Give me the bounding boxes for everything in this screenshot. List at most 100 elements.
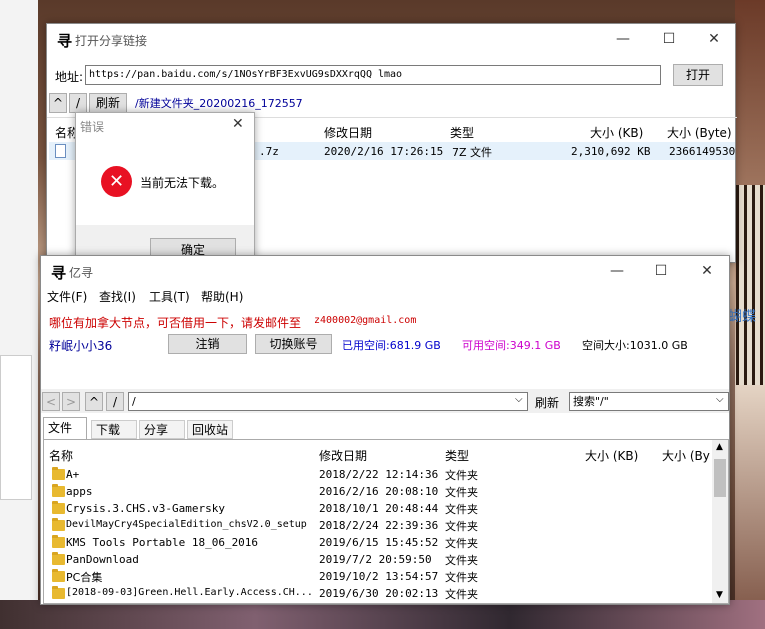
scroll-down-icon[interactable]: ▼	[716, 590, 723, 600]
error-dialog: 错误 ✕ ✕ 当前无法下载。 确定	[75, 112, 255, 262]
used-space-label: 已用空间:681.9 GB	[342, 339, 441, 352]
row-date: 2019/6/15 15:45:52	[319, 536, 439, 549]
table-row[interactable]: PC合集 2019/10/2 13:54:57 文件夹	[44, 568, 712, 585]
share-file-date: 2020/2/16 17:26:15	[324, 145, 444, 158]
share-col-size-kb[interactable]: 大小 (KB)	[590, 124, 643, 141]
close-icon[interactable]: ✕	[691, 24, 737, 54]
root-button[interactable]: /	[106, 392, 124, 411]
row-name: KMS Tools Portable 18_06_2016	[66, 536, 259, 549]
username-label: 籽岷小小36	[49, 339, 113, 353]
table-row[interactable]: apps 2016/2/16 20:08:10 文件夹	[44, 483, 712, 500]
tab-files[interactable]: 文件	[43, 417, 87, 439]
up-button[interactable]: ^	[85, 392, 103, 411]
share-file-size-byte: 2366149530	[669, 145, 736, 158]
error-dialog-close-icon[interactable]: ✕	[232, 116, 244, 132]
table-row[interactable]: KMS Tools Portable 18_06_2016 2019/6/15 …	[44, 534, 712, 551]
row-date: 2018/2/22 12:14:36	[319, 468, 439, 481]
col-size-byte[interactable]: 大小 (By	[662, 447, 710, 464]
table-row[interactable]: A+ 2018/2/22 12:14:36 文件夹	[44, 466, 712, 483]
tab-shares[interactable]: 分享	[139, 420, 185, 439]
search-dropdown-icon[interactable]: ⌵	[716, 394, 724, 405]
row-date: 2018/10/1 20:48:44	[319, 502, 439, 515]
desktop-wallpaper-stripe	[736, 185, 765, 385]
maximize-icon[interactable]: ☐	[646, 24, 692, 54]
switch-account-button[interactable]: 切换账号	[255, 334, 332, 354]
app-logo-icon: 寻	[51, 264, 67, 282]
path-dropdown-icon[interactable]: ⌵	[515, 394, 523, 405]
menu-find[interactable]: 查找(I)	[99, 288, 136, 305]
folder-icon	[52, 569, 65, 582]
address-input[interactable]: https://pan.baidu.com/s/1NOsYrBF3ExvUG9s…	[85, 65, 661, 85]
row-name: A+	[66, 468, 80, 481]
notice-text: 哪位有加拿大节点，可否借用一下，请发邮件至	[49, 316, 302, 330]
search-input[interactable]: 搜索"/"	[569, 392, 729, 411]
row-type: 文件夹	[445, 520, 478, 533]
row-date: 2019/6/30 20:02:13	[319, 587, 439, 600]
maximize-icon[interactable]: ☐	[638, 256, 684, 286]
main-window: 寻 亿寻 — ☐ ✕ 文件(F) 查找(I) 工具(T) 帮助(H) 哪位有加拿…	[40, 255, 730, 605]
logout-button[interactable]: 注销	[168, 334, 247, 354]
table-row[interactable]: [2018-09-03]Green.Hell.Early.Access.CH..…	[44, 585, 712, 602]
row-name: DevilMayCry4SpecialEdition_chsV2.0_setup	[66, 519, 307, 530]
app-logo-icon: 寻	[57, 32, 73, 50]
forward-button[interactable]: >	[62, 392, 80, 411]
table-row[interactable]: DevilMayCry4SpecialEdition_chsV2.0_setup…	[44, 517, 712, 534]
row-type: 文件夹	[445, 503, 478, 516]
share-file-type: 7Z 文件	[452, 146, 493, 159]
menu-file[interactable]: 文件(F)	[47, 288, 87, 305]
main-window-titlebar[interactable]: 寻 亿寻 — ☐ ✕	[41, 256, 729, 286]
share-file-name: .7z	[259, 145, 279, 158]
notice-email[interactable]: z400002@gmail.com	[314, 315, 416, 326]
minimize-icon[interactable]: —	[600, 24, 646, 54]
share-col-type[interactable]: 类型	[450, 124, 474, 141]
menu-help[interactable]: 帮助(H)	[201, 288, 243, 305]
folder-icon	[52, 552, 65, 565]
refresh-button[interactable]: 刷新	[535, 394, 559, 411]
row-name: apps	[66, 485, 93, 498]
row-name: PC合集	[66, 571, 103, 584]
minimize-icon[interactable]: —	[594, 256, 640, 286]
tab-downloads[interactable]: 下载	[91, 420, 137, 439]
folder-icon	[52, 586, 65, 599]
share-current-path[interactable]: /新建文件夹_20200216_172557	[135, 95, 303, 111]
row-type: 文件夹	[445, 571, 478, 584]
scroll-up-icon[interactable]: ▲	[716, 442, 723, 452]
col-type[interactable]: 类型	[445, 447, 469, 464]
error-message: 当前无法下载。	[140, 176, 225, 190]
desktop-left-panel	[0, 355, 32, 500]
error-dialog-title: 错误	[80, 120, 105, 134]
share-window-titlebar[interactable]: 寻 打开分享链接 — ☐ ✕	[47, 24, 735, 54]
col-size-kb[interactable]: 大小 (KB)	[585, 447, 638, 464]
scroll-thumb[interactable]	[714, 459, 726, 497]
folder-icon	[52, 535, 65, 548]
row-date: 2016/2/16 20:08:10	[319, 485, 439, 498]
table-row[interactable]: Crysis.3.CHS.v3-Gamersky 2018/10/1 20:48…	[44, 500, 712, 517]
path-input[interactable]: /	[128, 392, 528, 411]
main-window-title: 亿寻	[69, 266, 94, 280]
share-up-button[interactable]: ^	[49, 93, 67, 113]
tab-recycle-bin[interactable]: 回收站	[187, 420, 233, 439]
vertical-scrollbar[interactable]: ▲ ▼	[712, 440, 728, 603]
row-name: PanDownload	[66, 553, 139, 566]
open-button[interactable]: 打开	[673, 64, 723, 86]
row-name: Crysis.3.CHS.v3-Gamersky	[66, 502, 225, 515]
row-date: 2018/2/24 22:39:36	[319, 519, 439, 532]
row-type: 文件夹	[445, 486, 478, 499]
close-icon[interactable]: ✕	[684, 256, 730, 286]
row-date: 2019/10/2 13:54:57	[319, 570, 439, 583]
share-root-button[interactable]: /	[69, 93, 87, 113]
folder-icon	[52, 501, 65, 514]
share-col-size-byte[interactable]: 大小 (Byte)	[667, 124, 732, 141]
error-circle-icon: ✕	[101, 166, 132, 197]
back-button[interactable]: <	[42, 392, 60, 411]
menu-tools[interactable]: 工具(T)	[149, 288, 190, 305]
share-refresh-button[interactable]: 刷新	[89, 93, 127, 113]
file-icon	[55, 144, 66, 158]
row-name: [2018-09-03]Green.Hell.Early.Access.CH..…	[66, 587, 313, 598]
row-type: 文件夹	[445, 554, 478, 567]
col-date[interactable]: 修改日期	[319, 447, 367, 464]
free-space-label: 可用空间:349.1 GB	[462, 339, 561, 352]
table-row[interactable]: PanDownload 2019/7/2 20:59:50 文件夹	[44, 551, 712, 568]
share-col-date[interactable]: 修改日期	[324, 124, 372, 141]
col-name[interactable]: 名称	[49, 447, 73, 464]
